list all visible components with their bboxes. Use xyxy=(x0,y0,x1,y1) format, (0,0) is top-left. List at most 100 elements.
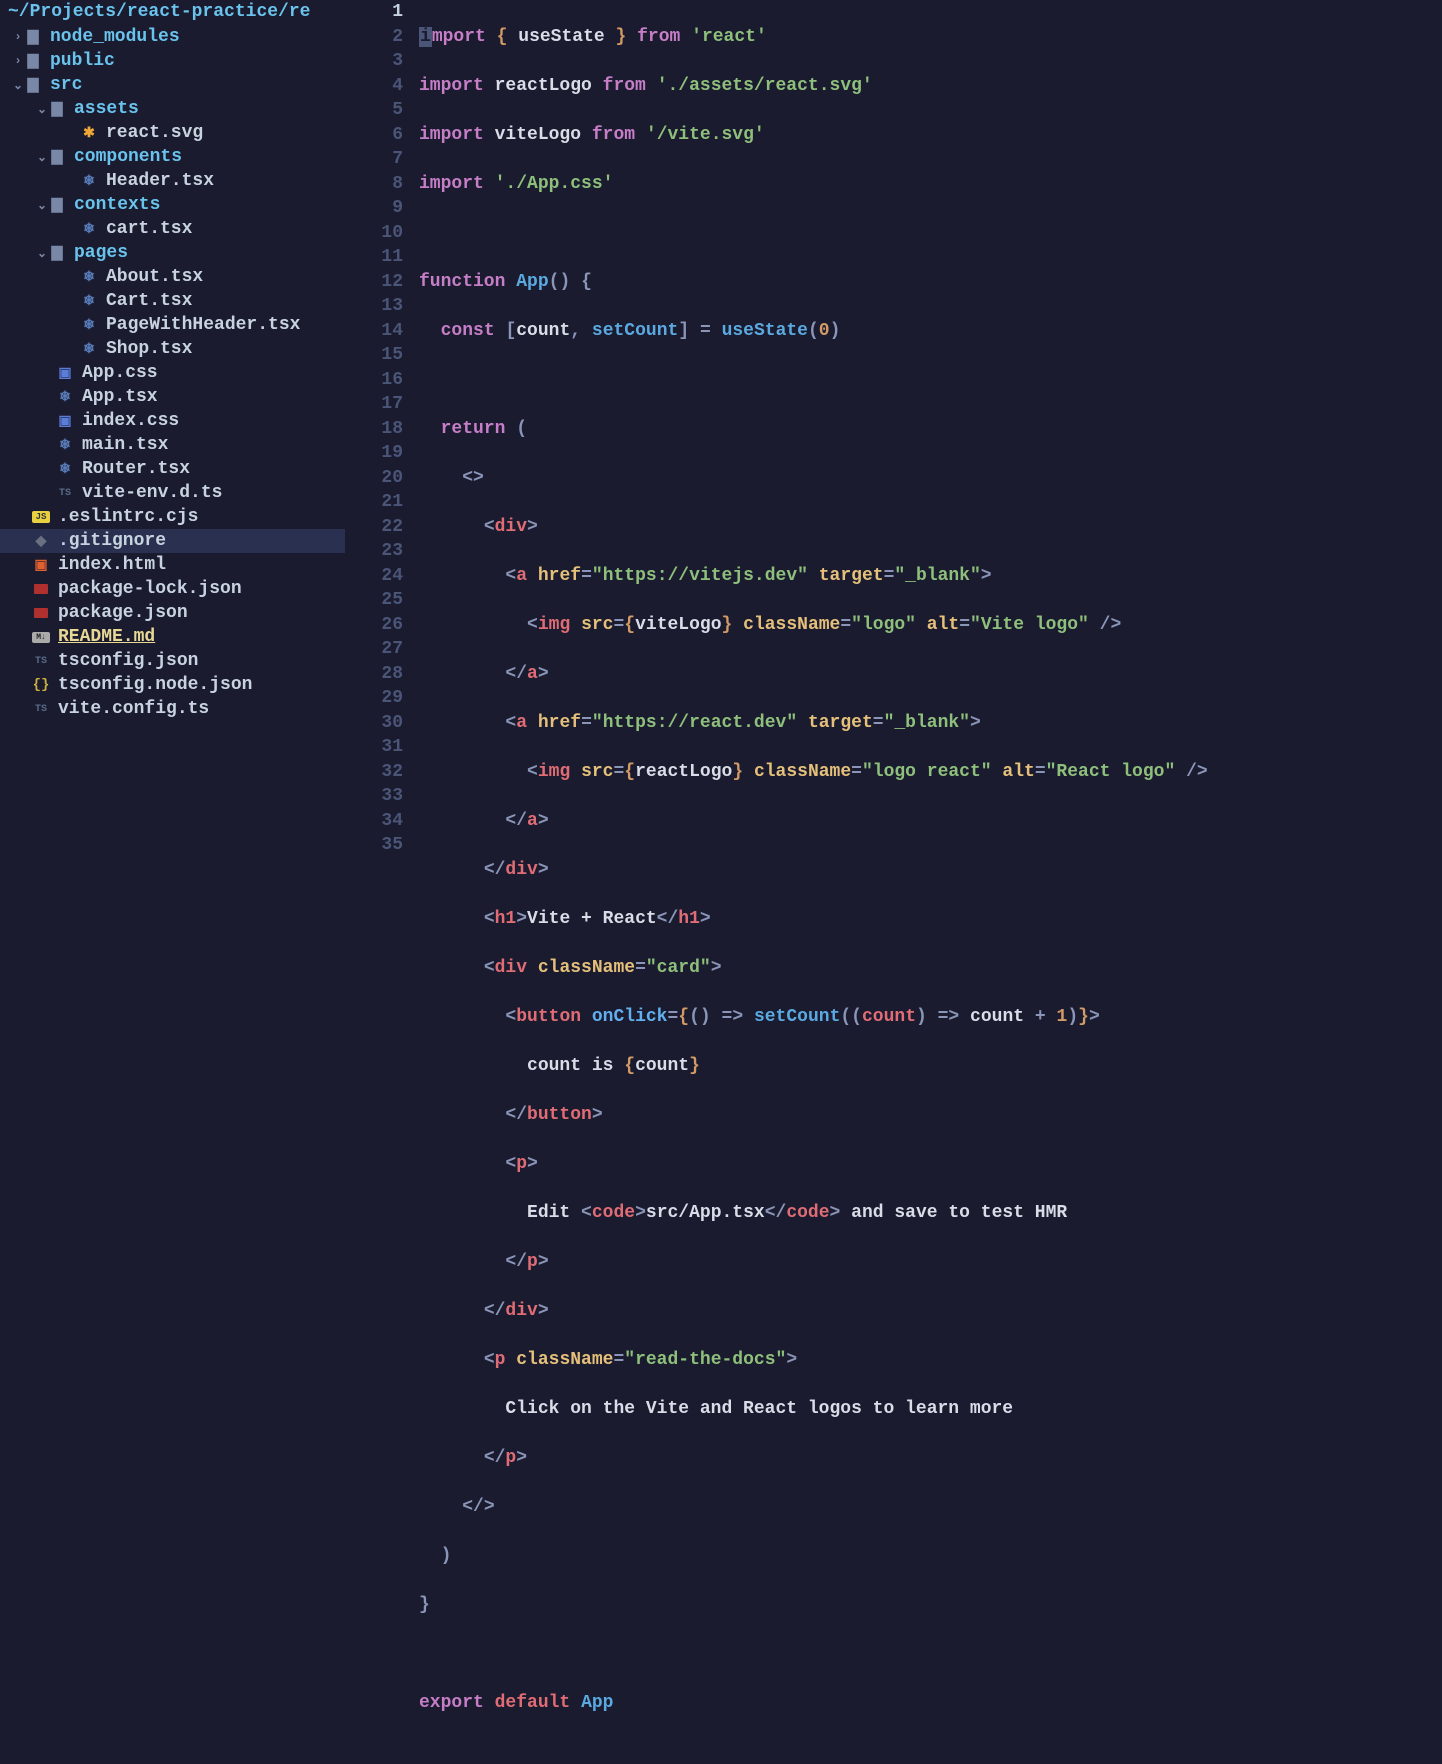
react-icon: ❄ xyxy=(56,389,74,406)
code-line[interactable]: <img src={reactLogo} className="logo rea… xyxy=(419,760,1442,785)
folder-open-icon: ▇ xyxy=(48,149,66,166)
tree-item-pkglock[interactable]: package-lock.json xyxy=(0,577,345,601)
code-line[interactable]: </> xyxy=(419,1495,1442,1520)
react-icon: ❄ xyxy=(56,461,74,478)
tree-item-src[interactable]: ⌄▇src xyxy=(0,73,345,97)
code-editor[interactable]: 1234567891011121314151617181920212223242… xyxy=(345,0,1442,1017)
code-line[interactable]: <a href="https://vitejs.dev" target="_bl… xyxy=(419,564,1442,589)
tree-item-cart-tsx[interactable]: ❄cart.tsx xyxy=(0,217,345,241)
tree-item-viteenv-ts[interactable]: TSvite-env.d.ts xyxy=(0,481,345,505)
html-icon: ▣ xyxy=(32,557,50,574)
code-line[interactable]: import './App.css' xyxy=(419,172,1442,197)
ts-icon: TS xyxy=(32,656,50,667)
folder-open-icon: ▇ xyxy=(48,101,66,118)
tree-item-pages[interactable]: ⌄▇pages xyxy=(0,241,345,265)
tree-item-index-html[interactable]: ▣index.html xyxy=(0,553,345,577)
code-line[interactable]: <div> xyxy=(419,515,1442,540)
code-content[interactable]: import { useState } from 'react' import … xyxy=(415,0,1442,1017)
code-line[interactable]: <a href="https://react.dev" target="_bla… xyxy=(419,711,1442,736)
git-icon: ◆ xyxy=(32,533,50,550)
react-icon: ❄ xyxy=(80,269,98,286)
tree-item-router-tsx[interactable]: ❄Router.tsx xyxy=(0,457,345,481)
code-line[interactable]: } xyxy=(419,1593,1442,1618)
code-line[interactable]: </button> xyxy=(419,1103,1442,1128)
code-line[interactable]: </a> xyxy=(419,809,1442,834)
folder-open-icon: ▇ xyxy=(48,197,66,214)
tree-item-public[interactable]: ›▇public xyxy=(0,49,345,73)
code-line[interactable]: <h1>Vite + React</h1> xyxy=(419,907,1442,932)
tree-item-pwh-tsx[interactable]: ❄PageWithHeader.tsx xyxy=(0,313,345,337)
react-icon: ❄ xyxy=(80,293,98,310)
folder-icon: ▇ xyxy=(24,29,42,46)
tree-item-node-modules[interactable]: ›▇node_modules xyxy=(0,25,345,49)
chevron-down-icon: ⌄ xyxy=(12,78,24,93)
code-line[interactable]: ) xyxy=(419,1544,1442,1569)
code-line[interactable]: <> xyxy=(419,466,1442,491)
tree-item-app-tsx[interactable]: ❄App.tsx xyxy=(0,385,345,409)
code-line[interactable]: <p className="read-the-docs"> xyxy=(419,1348,1442,1373)
tree-item-cart2-tsx[interactable]: ❄Cart.tsx xyxy=(0,289,345,313)
code-line[interactable]: count is {count} xyxy=(419,1054,1442,1079)
code-line[interactable]: return ( xyxy=(419,417,1442,442)
npm-icon xyxy=(32,584,50,594)
line-numbers: 1234567891011121314151617181920212223242… xyxy=(345,0,415,1017)
chevron-right-icon: › xyxy=(12,30,24,44)
chevron-down-icon: ⌄ xyxy=(36,102,48,117)
js-icon: JS xyxy=(32,511,50,523)
code-line[interactable]: <p> xyxy=(419,1152,1442,1177)
tree-item-package-json[interactable]: package.json xyxy=(0,601,345,625)
file-tree: ›▇node_modules ›▇public ⌄▇src ⌄▇assets ✱… xyxy=(0,24,345,721)
tree-item-vite-config[interactable]: TSvite.config.ts xyxy=(0,697,345,721)
react-icon: ❄ xyxy=(80,173,98,190)
react-icon: ❄ xyxy=(56,437,74,454)
code-line[interactable]: </p> xyxy=(419,1250,1442,1275)
tree-item-app-css[interactable]: ▣App.css xyxy=(0,361,345,385)
ts-icon: TS xyxy=(56,488,74,499)
tree-item-about-tsx[interactable]: ❄About.tsx xyxy=(0,265,345,289)
tree-item-readme[interactable]: M↓README.md xyxy=(0,625,345,649)
code-line[interactable] xyxy=(419,221,1442,246)
code-line[interactable]: Edit <code>src/App.tsx</code> and save t… xyxy=(419,1201,1442,1226)
code-line[interactable]: import reactLogo from './assets/react.sv… xyxy=(419,74,1442,99)
code-line[interactable]: Click on the Vite and React logos to lea… xyxy=(419,1397,1442,1422)
tree-item-main-tsx[interactable]: ❄main.tsx xyxy=(0,433,345,457)
code-line[interactable]: const [count, setCount] = useState(0) xyxy=(419,319,1442,344)
tree-item-shop-tsx[interactable]: ❄Shop.tsx xyxy=(0,337,345,361)
tree-item-contexts[interactable]: ⌄▇contexts xyxy=(0,193,345,217)
chevron-right-icon: › xyxy=(12,54,24,68)
chevron-down-icon: ⌄ xyxy=(36,198,48,213)
code-line[interactable] xyxy=(419,368,1442,393)
tree-item-eslintrc[interactable]: JS.eslintrc.cjs xyxy=(0,505,345,529)
file-explorer: ~/Projects/react-practice/re ›▇node_modu… xyxy=(0,0,345,1017)
tree-item-assets[interactable]: ⌄▇assets xyxy=(0,97,345,121)
tree-item-tsconfig-node[interactable]: {}tsconfig.node.json xyxy=(0,673,345,697)
tree-item-components[interactable]: ⌄▇components xyxy=(0,145,345,169)
json-icon: {} xyxy=(32,677,50,693)
code-line[interactable]: <img src={viteLogo} className="logo" alt… xyxy=(419,613,1442,638)
tree-item-tsconfig[interactable]: TStsconfig.json xyxy=(0,649,345,673)
code-line[interactable]: </div> xyxy=(419,858,1442,883)
folder-open-icon: ▇ xyxy=(48,245,66,262)
chevron-down-icon: ⌄ xyxy=(36,246,48,261)
code-line[interactable]: </a> xyxy=(419,662,1442,687)
folder-open-icon: ▇ xyxy=(24,77,42,94)
code-line[interactable]: import { useState } from 'react' xyxy=(419,25,1442,50)
react-icon: ❄ xyxy=(80,317,98,334)
tree-item-gitignore[interactable]: ◆.gitignore xyxy=(0,529,345,553)
tree-item-header-tsx[interactable]: ❄Header.tsx xyxy=(0,169,345,193)
chevron-down-icon: ⌄ xyxy=(36,150,48,165)
css-icon: ▣ xyxy=(56,365,74,382)
tree-item-index-css[interactable]: ▣index.css xyxy=(0,409,345,433)
react-icon: ❄ xyxy=(80,221,98,238)
code-line[interactable] xyxy=(419,1642,1442,1667)
code-line[interactable]: </p> xyxy=(419,1446,1442,1471)
code-line[interactable]: import viteLogo from '/vite.svg' xyxy=(419,123,1442,148)
code-line[interactable]: <div className="card"> xyxy=(419,956,1442,981)
code-line[interactable]: </div> xyxy=(419,1299,1442,1324)
code-line[interactable]: function App() { xyxy=(419,270,1442,295)
npm-icon xyxy=(32,608,50,618)
code-line[interactable]: export default App xyxy=(419,1691,1442,1716)
svg-icon: ✱ xyxy=(80,125,98,142)
project-path: ~/Projects/react-practice/re xyxy=(0,0,345,24)
tree-item-react-svg[interactable]: ✱react.svg xyxy=(0,121,345,145)
